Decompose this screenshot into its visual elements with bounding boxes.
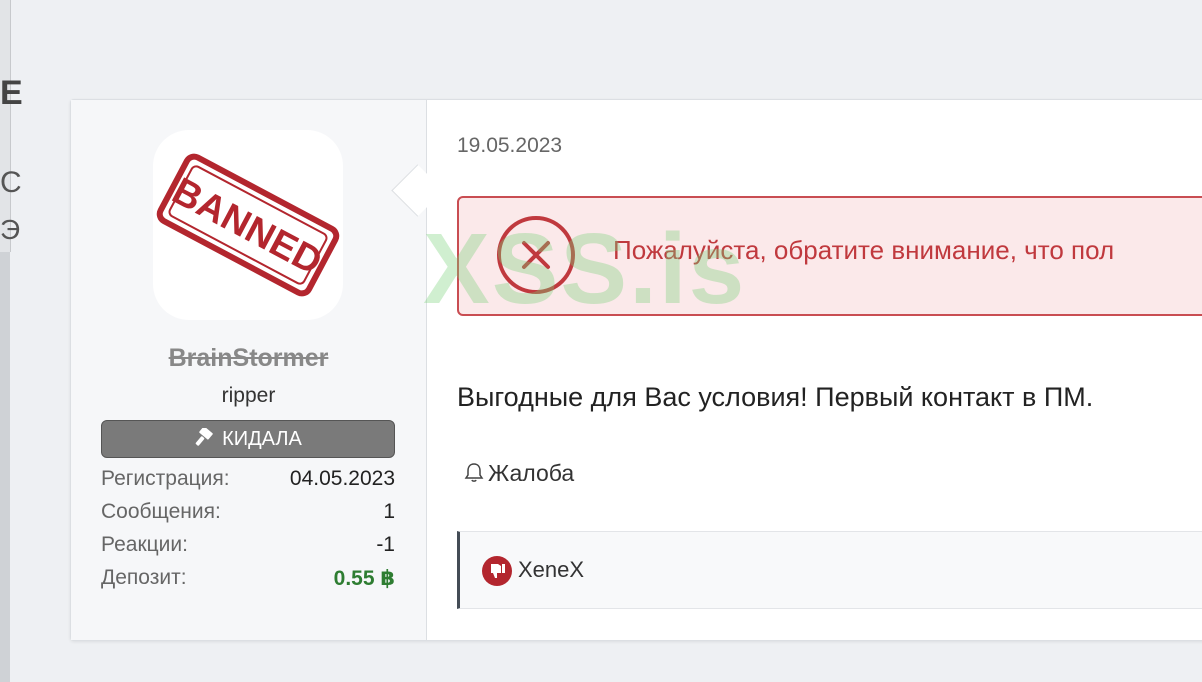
reaction-user-link[interactable]: XeneX bbox=[518, 557, 584, 583]
stat-messages: Сообщения: 1 bbox=[101, 500, 395, 533]
stat-label: Реакции: bbox=[101, 533, 188, 556]
stat-deposit: Депозит: 0.55 ฿ bbox=[101, 566, 395, 599]
stat-reactions: Реакции: -1 bbox=[101, 533, 395, 566]
stat-registration: Регистрация: 04.05.2023 bbox=[101, 467, 395, 500]
banner-label: КИДАЛА bbox=[222, 428, 302, 450]
stat-value: -1 bbox=[376, 533, 395, 556]
forum-post: BANNED BrainStormer ripper КИДАЛА Регист… bbox=[70, 99, 1202, 641]
user-banner: КИДАЛА bbox=[101, 420, 395, 458]
stat-value: 1 bbox=[383, 500, 395, 523]
watermark: XSS.is bbox=[423, 213, 747, 325]
post-date[interactable]: 19.05.2023 bbox=[457, 134, 562, 158]
username[interactable]: BrainStormer bbox=[71, 344, 426, 373]
bell-icon bbox=[464, 463, 484, 482]
reactions-bar: XeneX bbox=[457, 531, 1202, 609]
user-info-panel: BANNED BrainStormer ripper КИДАЛА Регист… bbox=[71, 100, 427, 640]
user-stats: Регистрация: 04.05.2023 Сообщения: 1 Реа… bbox=[101, 467, 395, 599]
gavel-icon bbox=[195, 426, 213, 446]
banned-stamp-icon: BANNED bbox=[156, 153, 340, 297]
thumbs-down-icon bbox=[482, 556, 512, 586]
edge-glyph: Э bbox=[0, 214, 21, 245]
user-title: ripper bbox=[221, 384, 276, 407]
avatar[interactable]: BANNED bbox=[153, 130, 343, 320]
message-body: Выгодные для Вас условия! Первый контакт… bbox=[457, 382, 1094, 412]
background-window-edge: Е С Э bbox=[0, 0, 23, 252]
edge-glyph: С bbox=[0, 166, 22, 199]
stat-label: Регистрация: bbox=[101, 467, 230, 490]
stat-value: 04.05.2023 bbox=[289, 467, 395, 490]
stat-value-deposit[interactable]: 0.55 ฿ bbox=[334, 566, 395, 591]
report-label: Жалоба bbox=[488, 460, 575, 486]
edge-glyph: Е bbox=[0, 74, 23, 112]
report-link[interactable]: Жалоба bbox=[463, 460, 574, 487]
stat-label: Депозит: bbox=[101, 566, 187, 589]
stat-label: Сообщения: bbox=[101, 500, 221, 523]
